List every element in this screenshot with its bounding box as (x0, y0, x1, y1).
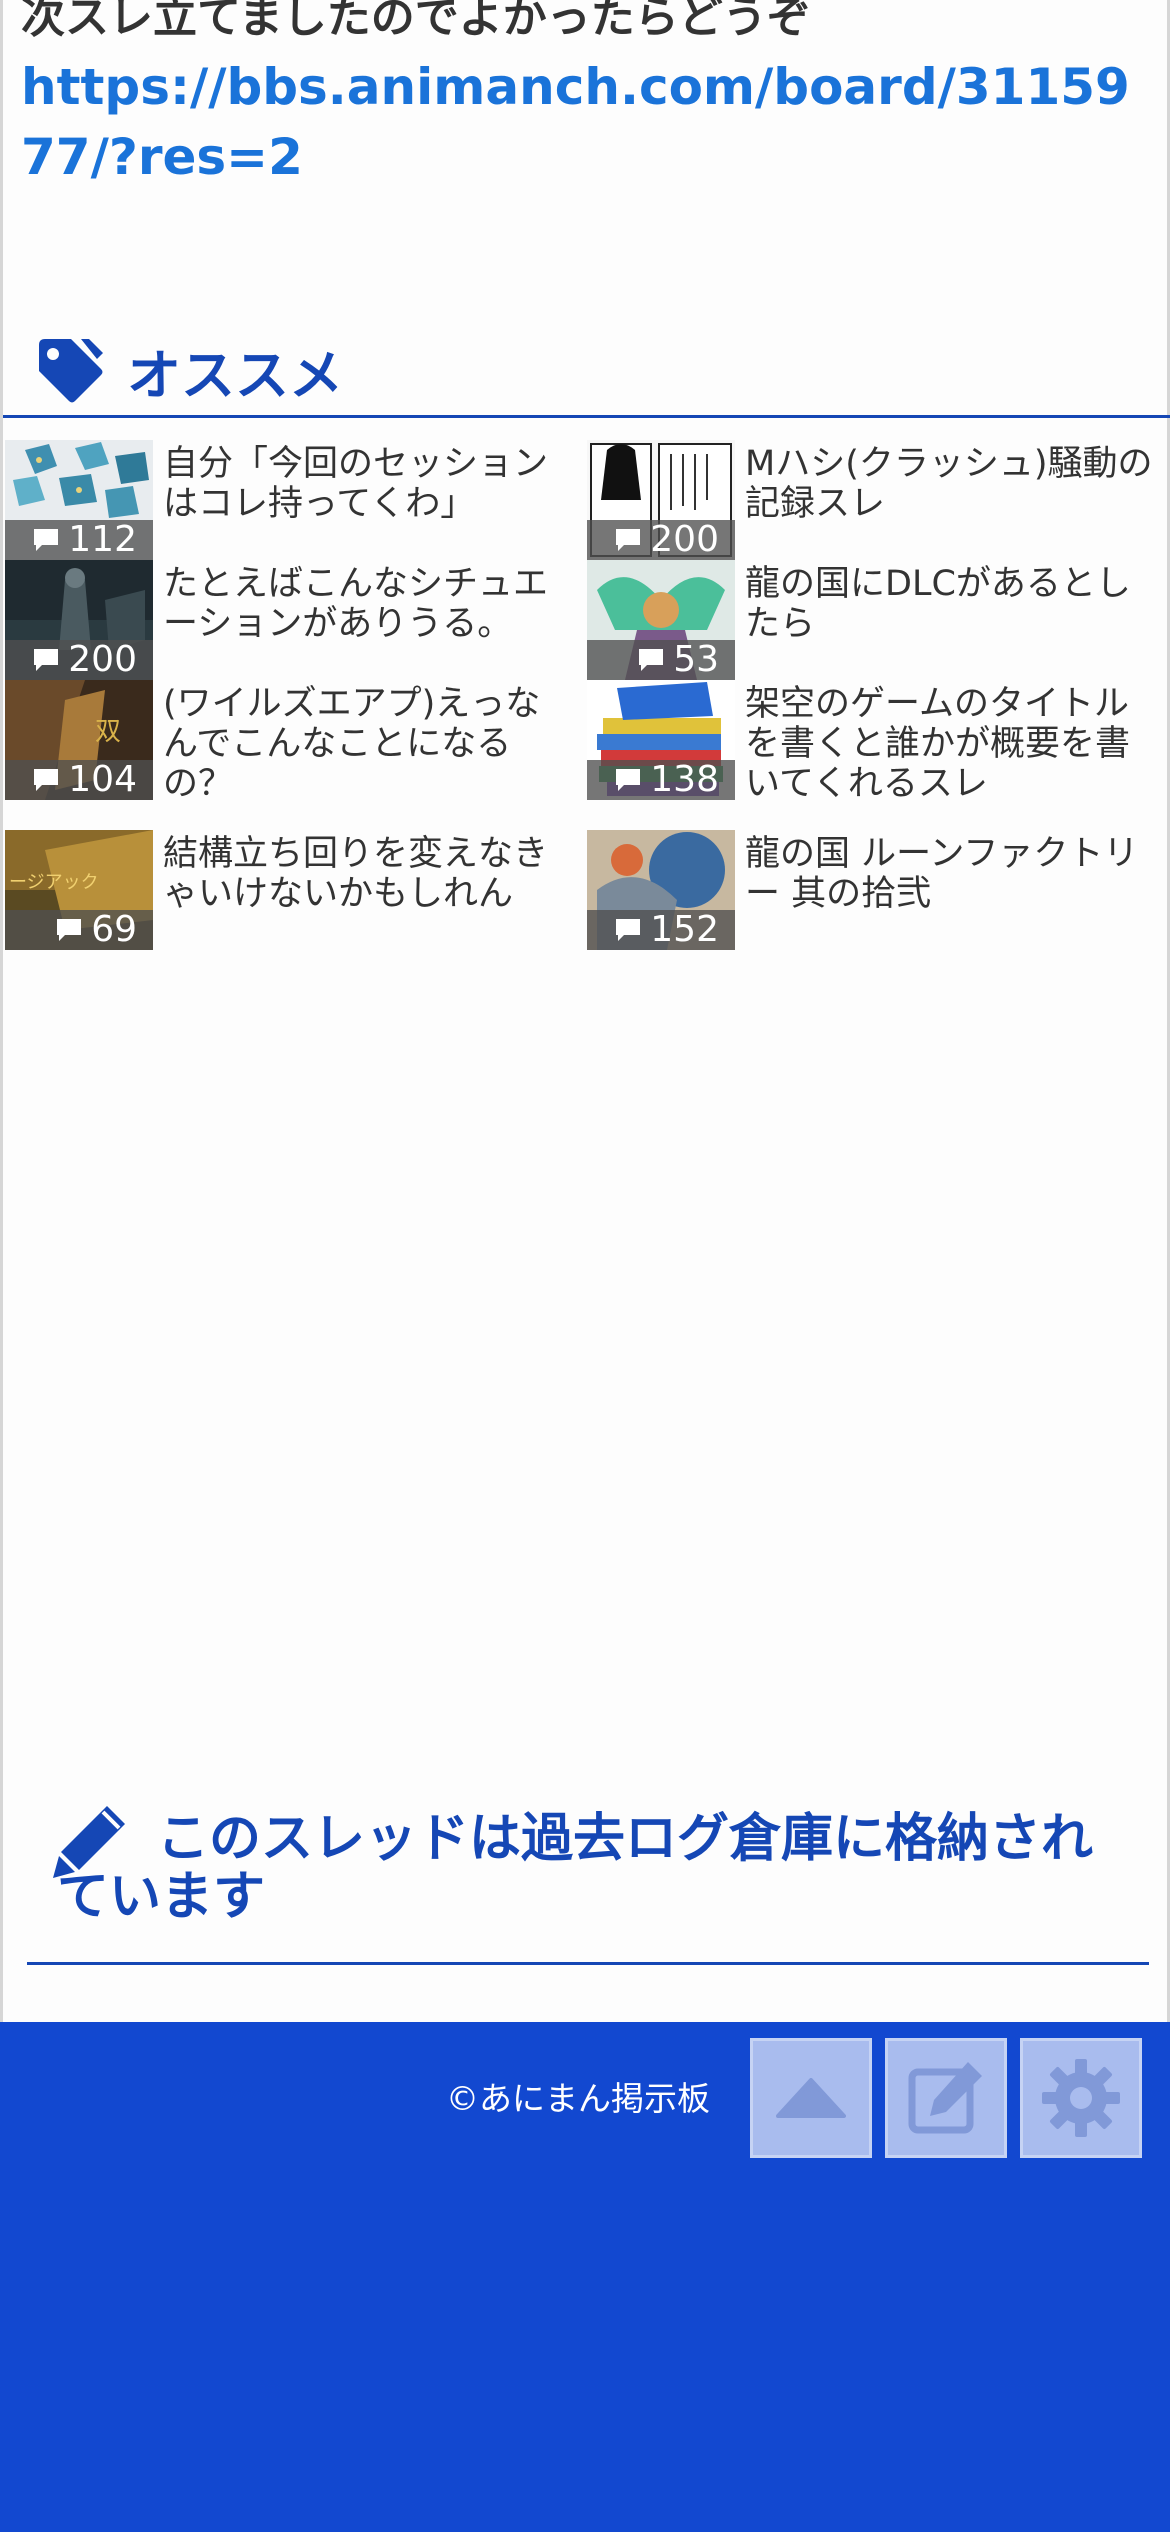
comment-count: 53 (587, 640, 735, 680)
recommend-item[interactable]: 53 龍の国にDLCがあるとしたら (587, 560, 1167, 680)
recommend-header: オススメ (3, 332, 1170, 418)
comment-count: 138 (587, 760, 735, 800)
recommend-item-title: (ワイルズエアプ)えっなんでこんなことになるの？ (163, 684, 541, 804)
comment-count: 200 (5, 640, 153, 680)
comment-count: 69 (5, 910, 153, 950)
thumbnail: 200 (587, 440, 735, 560)
gear-icon (1042, 2059, 1120, 2137)
comment-icon (34, 649, 59, 671)
svg-text:双: 双 (95, 717, 121, 747)
post-body: 次スレ立てましたのでよかったらどうぞ https://bbs.animanch.… (21, 0, 1161, 192)
compose-button[interactable] (885, 2038, 1007, 2158)
recommend-item-title: 龍の国 ルーンファクトリー 其の拾弐 (745, 834, 1139, 914)
thumbnail: 138 (587, 680, 735, 800)
recommend-item-title: 架空のゲームのタイトルを書くと誰かが概要を書いてくれるスレ (745, 684, 1131, 804)
recommend-item[interactable]: 200 Mハシ(クラッシュ)騒動の記録スレ (587, 440, 1167, 560)
comment-count-value: 104 (68, 759, 137, 800)
footer: ©あにまん掲示板 (0, 2022, 1170, 2532)
edit-icon (908, 2062, 982, 2134)
tag-icon (31, 337, 105, 411)
archive-text: このスレッドは過去ログ倉庫に格納されています (57, 1809, 1094, 1927)
thumbnail: 152 (587, 830, 735, 950)
comment-count-value: 112 (68, 519, 137, 560)
recommend-item-title: Mハシ(クラッシュ)騒動の記録スレ (745, 444, 1153, 524)
comment-count-value: 138 (650, 759, 719, 800)
comment-count-value: 200 (650, 519, 719, 560)
recommend-item[interactable]: 双 104 (ワイルズエアプ)えっなんでこんなことになるの？ (5, 680, 585, 804)
comment-count-value: 200 (68, 639, 137, 680)
recommend-item[interactable]: ージアック 69 結構立ち回りを変えなきゃいけないかもしれん (5, 830, 585, 950)
comment-icon (34, 529, 59, 551)
recommend-title: オススメ (127, 344, 343, 407)
comment-count-value: 152 (650, 909, 719, 950)
archive-notice: このスレッドは過去ログ倉庫に格納されています (27, 1802, 1149, 1965)
thumbnail: 53 (587, 560, 735, 680)
thumbnail: 双 104 (5, 680, 153, 800)
thumbnail: 200 (5, 560, 153, 680)
comment-icon (57, 919, 82, 941)
thumbnail: 112 (5, 440, 153, 560)
comment-count-value: 69 (91, 909, 137, 950)
comment-count: 152 (587, 910, 735, 950)
comment-count: 104 (5, 760, 153, 800)
comment-icon (34, 769, 59, 791)
comment-icon (616, 529, 641, 551)
comment-count-value: 53 (673, 639, 719, 680)
settings-button[interactable] (1020, 2038, 1142, 2158)
next-thread-link[interactable]: https://bbs.animanch.com/board/3115977/?… (21, 52, 1161, 192)
recommend-item[interactable]: 112 自分「今回のセッションはコレ持ってくわ」 (5, 440, 585, 560)
comment-icon (616, 919, 641, 941)
post-text: 次スレ立てましたのでよかったらどうぞ (21, 0, 811, 43)
recommend-item-title: 自分「今回のセッションはコレ持ってくわ」 (163, 444, 549, 524)
comment-icon (616, 769, 641, 791)
scroll-top-button[interactable] (750, 2038, 872, 2158)
page-content: 次スレ立てましたのでよかったらどうぞ https://bbs.animanch.… (0, 0, 1170, 2022)
recommend-item-title: 龍の国にDLCがあるとしたら (745, 564, 1131, 644)
comment-count: 112 (5, 520, 153, 560)
copyright: ©あにまん掲示板 (446, 2079, 710, 2118)
comment-count: 200 (587, 520, 735, 560)
svg-text:ージアック: ージアック (9, 872, 99, 893)
recommend-item[interactable]: 152 龍の国 ルーンファクトリー 其の拾弐 (587, 830, 1167, 950)
recommend-item[interactable]: 138 架空のゲームのタイトルを書くと誰かが概要を書いてくれるスレ (587, 680, 1167, 804)
comment-icon (639, 649, 664, 671)
recommend-item-title: たとえばこんなシチュエーションがありうる。 (163, 564, 549, 644)
recommend-item[interactable]: 200 たとえばこんなシチュエーションがありうる。 (5, 560, 585, 680)
recommend-item-title: 結構立ち回りを変えなきゃいけないかもしれん (163, 834, 549, 914)
triangle-up-icon (776, 2078, 846, 2118)
thumbnail: ージアック 69 (5, 830, 153, 950)
